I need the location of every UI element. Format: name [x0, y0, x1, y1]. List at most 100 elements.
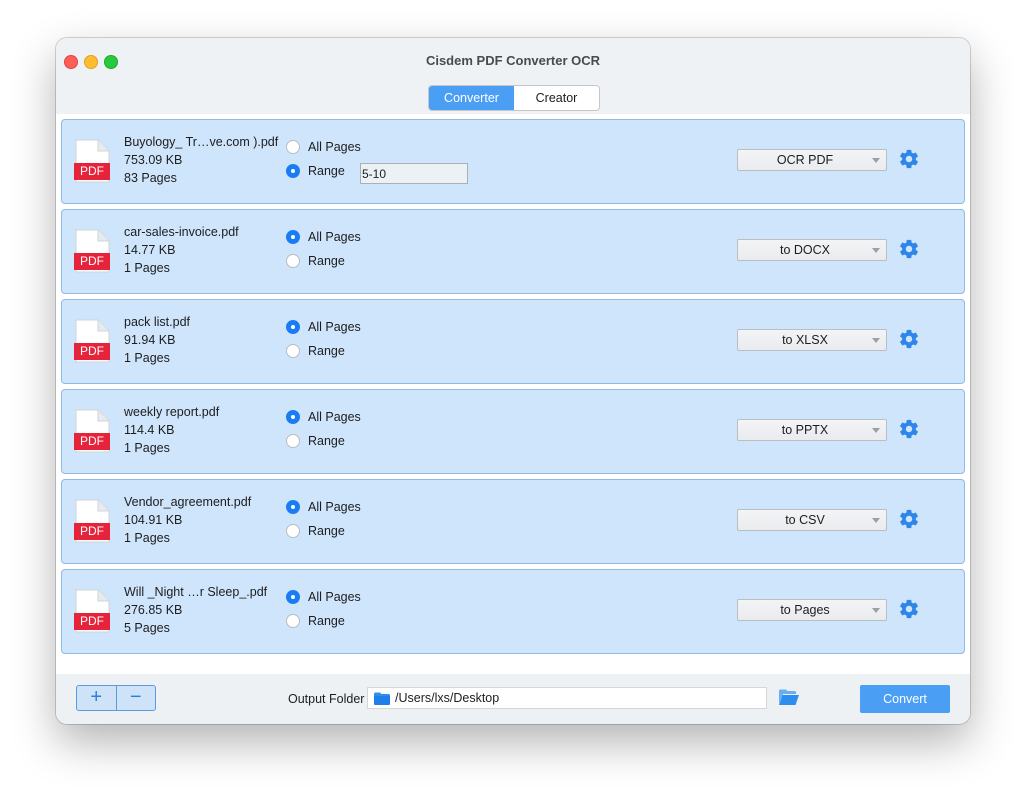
all-pages-radio[interactable]: All Pages — [286, 138, 361, 156]
all-pages-radio[interactable]: All Pages — [286, 228, 361, 246]
output-path: /Users/lxs/Desktop — [395, 691, 500, 705]
document-icon: PDF — [74, 139, 112, 183]
radio-circle-checked — [286, 410, 300, 424]
output-format-value: to XLSX — [782, 333, 828, 347]
file-name: Will _Night …r Sleep_.pdf — [124, 585, 268, 599]
output-format-select[interactable]: to DOCX — [737, 239, 887, 261]
output-format-value: to Pages — [780, 603, 830, 617]
file-name: car-sales-invoice.pdf — [124, 225, 239, 239]
output-folder-field[interactable]: /Users/lxs/Desktop — [367, 687, 767, 709]
pdf-badge: PDF — [74, 343, 110, 360]
all-pages-label: All Pages — [308, 140, 361, 154]
plus-icon: + — [90, 686, 103, 708]
chevron-down-icon — [872, 248, 880, 253]
range-radio[interactable]: Range — [286, 252, 345, 270]
file-page-count: 1 Pages — [124, 531, 170, 545]
add-remove-control: + − — [76, 685, 156, 711]
file-page-count: 5 Pages — [124, 621, 170, 635]
range-label: Range — [308, 344, 345, 358]
open-folder-icon[interactable] — [778, 687, 800, 707]
pdf-badge: PDF — [74, 613, 110, 630]
radio-circle-checked — [286, 164, 300, 178]
file-row[interactable]: PDF Buyology_ Tr…ve.com ).pdf 753.09 KB … — [61, 119, 965, 204]
range-label: Range — [308, 614, 345, 628]
pdf-badge: PDF — [74, 433, 110, 450]
file-size: 14.77 KB — [124, 243, 176, 257]
file-row[interactable]: PDF Vendor_agreement.pdf 104.91 KB 1 Pag… — [61, 479, 965, 564]
radio-circle-checked — [286, 590, 300, 604]
tab-creator[interactable]: Creator — [514, 86, 599, 110]
file-size: 753.09 KB — [124, 153, 183, 167]
output-format-value: OCR PDF — [776, 153, 834, 167]
range-radio[interactable]: Range — [286, 432, 345, 450]
window-title: Cisdem PDF Converter OCR — [425, 53, 601, 68]
page-range-input[interactable] — [360, 163, 468, 184]
file-list: PDF Buyology_ Tr…ve.com ).pdf 753.09 KB … — [56, 114, 970, 674]
output-format-value: to DOCX — [779, 243, 830, 257]
document-icon: PDF — [74, 499, 112, 543]
add-file-button[interactable]: + — [77, 686, 117, 710]
file-row[interactable]: PDF Will _Night …r Sleep_.pdf 276.85 KB … — [61, 569, 965, 654]
radio-circle-checked — [286, 500, 300, 514]
radio-circle — [286, 524, 300, 538]
folder-icon — [374, 692, 390, 705]
title-bar: Cisdem PDF Converter OCR Converter Creat… — [56, 38, 970, 114]
all-pages-label: All Pages — [308, 410, 361, 424]
radio-circle-checked — [286, 230, 300, 244]
gear-icon[interactable] — [898, 238, 920, 260]
chevron-down-icon — [872, 158, 880, 163]
app-window: Cisdem PDF Converter OCR Converter Creat… — [56, 38, 970, 724]
pdf-badge: PDF — [74, 523, 110, 540]
gear-icon[interactable] — [898, 328, 920, 350]
chevron-down-icon — [872, 428, 880, 433]
all-pages-label: All Pages — [308, 320, 361, 334]
output-format-value: to PPTX — [781, 423, 829, 437]
all-pages-radio[interactable]: All Pages — [286, 408, 361, 426]
tab-converter[interactable]: Converter — [429, 86, 514, 110]
radio-circle — [286, 254, 300, 268]
remove-file-button[interactable]: − — [117, 686, 156, 710]
file-page-count: 1 Pages — [124, 351, 170, 365]
range-radio[interactable]: Range — [286, 342, 345, 360]
radio-circle — [286, 140, 300, 154]
radio-circle — [286, 614, 300, 628]
radio-circle-checked — [286, 320, 300, 334]
output-folder-label: Output Folder — [288, 692, 365, 706]
file-row[interactable]: PDF pack list.pdf 91.94 KB 1 Pages All P… — [61, 299, 965, 384]
output-format-select[interactable]: to Pages — [737, 599, 887, 621]
output-format-value: to CSV — [785, 513, 825, 527]
document-icon: PDF — [74, 229, 112, 273]
range-radio[interactable]: Range — [286, 612, 345, 630]
gear-icon[interactable] — [898, 598, 920, 620]
pdf-badge: PDF — [74, 163, 110, 180]
output-format-select[interactable]: to CSV — [737, 509, 887, 531]
all-pages-radio[interactable]: All Pages — [286, 498, 361, 516]
file-size: 91.94 KB — [124, 333, 176, 347]
file-name: weekly report.pdf — [124, 405, 220, 419]
range-label: Range — [308, 524, 345, 538]
gear-icon[interactable] — [898, 508, 920, 530]
document-icon: PDF — [74, 589, 112, 633]
all-pages-radio[interactable]: All Pages — [286, 318, 361, 336]
file-size: 276.85 KB — [124, 603, 183, 617]
pdf-badge: PDF — [74, 253, 110, 270]
all-pages-radio[interactable]: All Pages — [286, 588, 361, 606]
convert-button[interactable]: Convert — [860, 685, 950, 713]
chevron-down-icon — [872, 338, 880, 343]
gear-icon[interactable] — [898, 148, 920, 170]
output-format-select[interactable]: to PPTX — [737, 419, 887, 441]
range-radio[interactable]: Range — [286, 522, 345, 540]
all-pages-label: All Pages — [308, 230, 361, 244]
file-row[interactable]: PDF car-sales-invoice.pdf 14.77 KB 1 Pag… — [61, 209, 965, 294]
document-icon: PDF — [74, 319, 112, 363]
all-pages-label: All Pages — [308, 500, 361, 514]
output-format-select[interactable]: OCR PDF — [737, 149, 887, 171]
file-row[interactable]: PDF weekly report.pdf 114.4 KB 1 Pages A… — [61, 389, 965, 474]
range-radio[interactable]: Range — [286, 162, 345, 180]
file-size: 104.91 KB — [124, 513, 183, 527]
all-pages-label: All Pages — [308, 590, 361, 604]
output-format-select[interactable]: to XLSX — [737, 329, 887, 351]
gear-icon[interactable] — [898, 418, 920, 440]
range-label: Range — [308, 164, 345, 178]
document-icon: PDF — [74, 409, 112, 453]
